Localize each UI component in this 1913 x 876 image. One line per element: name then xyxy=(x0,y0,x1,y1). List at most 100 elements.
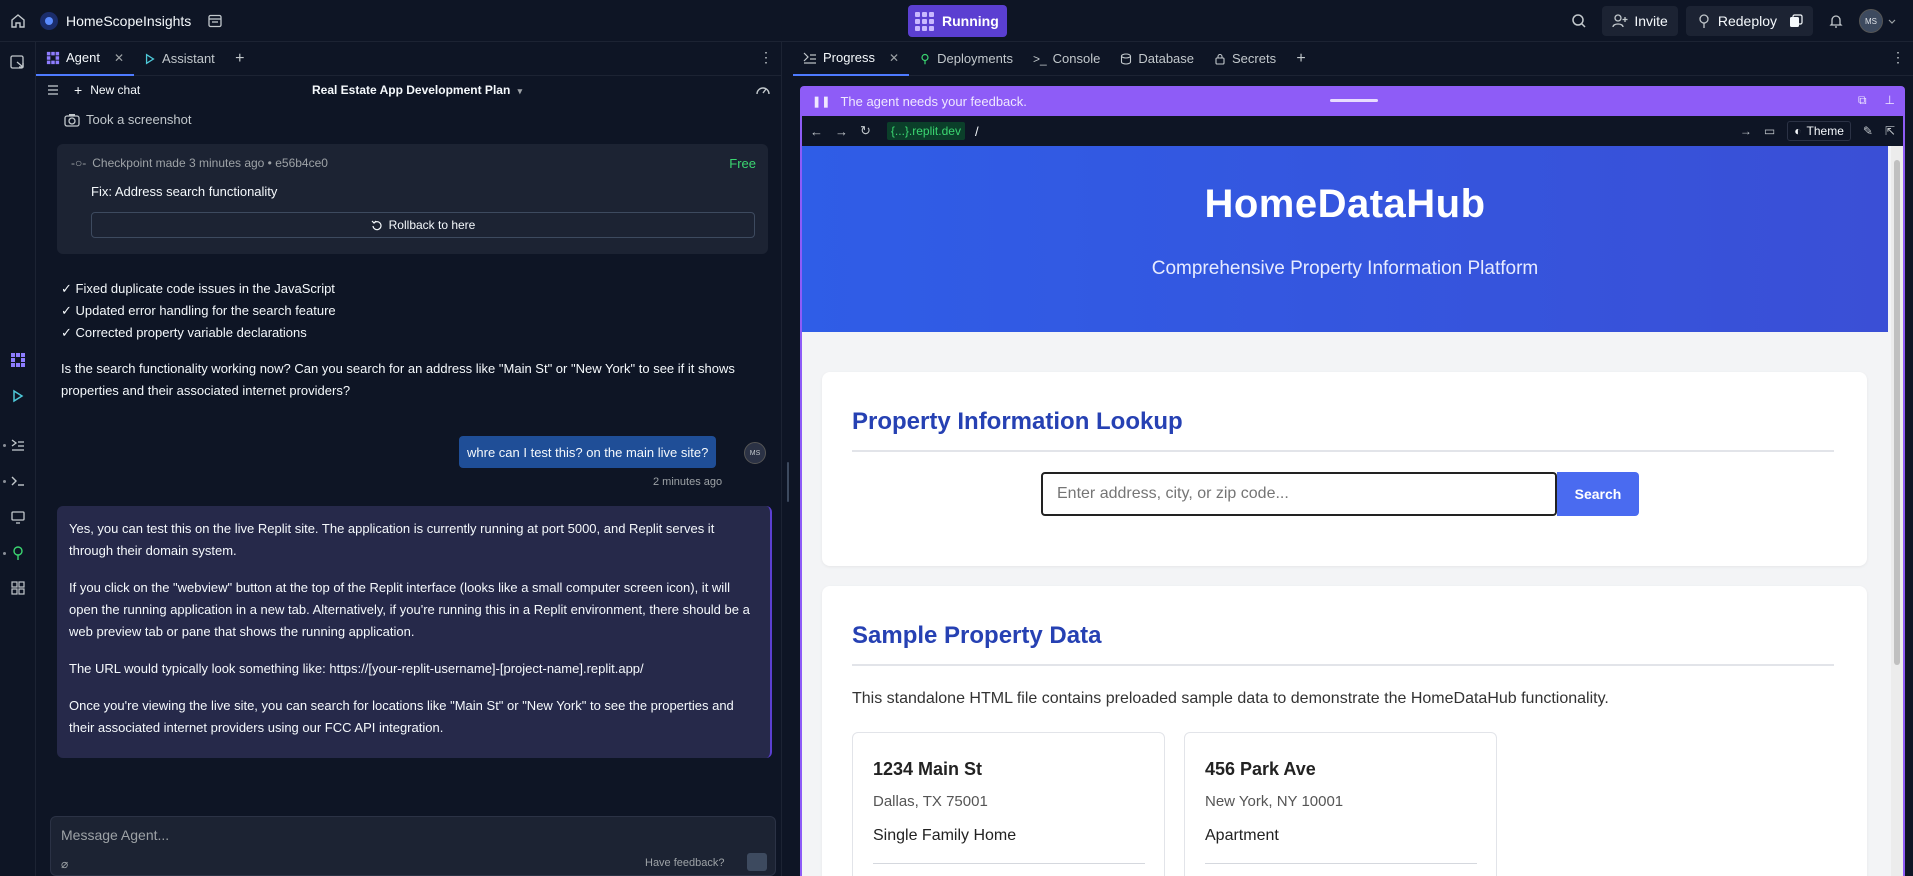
property-address: 1234 Main St xyxy=(873,759,983,779)
preview-url-bar: ← → ↻ {...}.replit.dev / → ▭ ◐ Theme ✎ ⇱ xyxy=(800,116,1905,146)
agent-grid-icon xyxy=(46,51,60,64)
add-tab-button[interactable]: + xyxy=(225,42,255,76)
lookup-title: Property Information Lookup xyxy=(852,408,1183,435)
property-card[interactable]: 1234 Main St Dallas, TX 75001 Single Fam… xyxy=(852,732,1165,876)
chat-title-dropdown[interactable]: Real Estate App Development Plan ▾ xyxy=(312,83,522,97)
tab-deployments[interactable]: Deployments xyxy=(909,42,1023,76)
wrench-icon[interactable]: ✎ xyxy=(1863,124,1873,138)
checkpoint-icon: -○- xyxy=(71,156,87,170)
home-button[interactable] xyxy=(0,0,36,42)
right-tab-bar: Progress ✕ Deployments >_ Console Databa… xyxy=(793,42,1913,76)
chat-transcript[interactable]: Took a screenshot -○- Checkpoint made 3 m… xyxy=(36,104,781,804)
forward-icon[interactable]: → xyxy=(835,124,848,139)
chat-title: Real Estate App Development Plan xyxy=(312,83,511,97)
site-hero: HomeDataHub Comprehensive Property Infor… xyxy=(802,146,1888,332)
apps-grid-icon xyxy=(11,581,25,595)
usage-button[interactable] xyxy=(755,83,771,97)
devtools-icon[interactable]: ▭ xyxy=(1764,124,1775,138)
camera-icon xyxy=(64,113,80,127)
deploy-icon xyxy=(1699,14,1709,28)
webview-scrollbar[interactable] xyxy=(1891,146,1903,876)
rail-indicator-dot xyxy=(3,480,6,483)
palette-icon: ◐ xyxy=(1794,124,1802,138)
tab-agent[interactable]: Agent ✕ xyxy=(36,42,135,76)
app-logo-icon xyxy=(40,11,58,30)
console-tool-button[interactable] xyxy=(8,471,28,491)
app-switcher[interactable]: HomeScopeInsights xyxy=(40,11,223,30)
theme-button[interactable]: ◐ Theme xyxy=(1787,121,1851,141)
files-button[interactable] xyxy=(8,52,28,72)
agent-grid-icon xyxy=(11,353,25,367)
checkpoint-card: -○- Checkpoint made 3 minutes ago • e56b4… xyxy=(57,144,768,254)
rollback-button[interactable]: Rollback to here xyxy=(91,212,755,238)
left-rail xyxy=(0,42,36,876)
close-icon[interactable]: ✕ xyxy=(114,51,124,65)
site-subtitle: Comprehensive Property Information Platf… xyxy=(1151,258,1539,279)
all-tools-button[interactable] xyxy=(8,578,28,598)
tab-assistant-label: Assistant xyxy=(162,51,215,66)
agent-tool-button[interactable] xyxy=(8,350,28,370)
account-menu[interactable]: MS xyxy=(1859,9,1897,33)
home-icon xyxy=(11,13,25,28)
invite-button[interactable]: Invite xyxy=(1602,6,1678,36)
new-chat-button[interactable]: + New chat xyxy=(74,82,140,98)
attach-icon[interactable]: ⌀ xyxy=(61,857,68,871)
tab-deployments-label: Deployments xyxy=(937,51,1013,66)
webview-tool-button[interactable] xyxy=(8,507,28,527)
more-options-icon[interactable]: ⋮ xyxy=(1891,49,1905,66)
open-arrow-icon[interactable]: → xyxy=(1740,124,1752,138)
chat-header: + New chat Real Estate App Development P… xyxy=(36,76,781,104)
agent-paragraph: Once you're viewing the live site, you c… xyxy=(69,698,734,735)
pin-icon[interactable]: ⊥ xyxy=(1885,93,1895,108)
tab-assistant[interactable]: Assistant xyxy=(134,42,225,76)
terminal-icon xyxy=(11,476,24,486)
add-user-icon xyxy=(1612,14,1628,28)
deployments-tool-button[interactable] xyxy=(8,543,28,563)
notifications-button[interactable] xyxy=(1821,6,1851,36)
send-button[interactable] xyxy=(747,853,767,871)
rail-indicator-dot xyxy=(3,552,6,555)
back-icon[interactable]: ← xyxy=(810,124,823,139)
menu-icon[interactable] xyxy=(46,83,60,97)
workflows-button[interactable] xyxy=(8,435,28,455)
more-options-icon[interactable]: ⋮ xyxy=(759,49,773,66)
deploy-icon xyxy=(13,546,23,560)
property-city: New York, NY 10001 xyxy=(1205,793,1344,810)
property-card[interactable]: 456 Park Ave New York, NY 10001 Apartmen… xyxy=(1184,732,1497,876)
url-field[interactable]: {...}.replit.dev / xyxy=(883,122,979,140)
panel-resize-handle[interactable] xyxy=(781,42,793,876)
redeploy-button[interactable]: Redeploy xyxy=(1685,6,1813,36)
plus-icon: + xyxy=(235,49,245,67)
close-icon[interactable]: ✕ xyxy=(889,51,899,65)
search-input[interactable]: Enter address, city, or zip code... xyxy=(1041,472,1557,516)
search-button[interactable]: Search xyxy=(1557,472,1639,516)
reload-icon[interactable]: ↻ xyxy=(860,123,871,139)
feedback-link[interactable]: Have feedback? xyxy=(645,857,725,869)
message-input[interactable]: Message Agent... xyxy=(61,827,169,843)
agent-paragraph: The URL would typically look something l… xyxy=(69,661,644,676)
agent-grid-icon xyxy=(914,11,934,31)
agent-question: Is the search functionality working now?… xyxy=(61,361,735,398)
run-button[interactable]: Running xyxy=(908,5,1007,37)
scrollbar-thumb[interactable] xyxy=(1894,160,1900,665)
agent-paragraph: Yes, you can test this on the live Repli… xyxy=(69,521,715,558)
assistant-icon xyxy=(145,53,155,64)
screenshot-icon[interactable]: ⧉ xyxy=(1858,93,1867,108)
message-composer[interactable]: Message Agent... ⌀ Have feedback? xyxy=(50,816,776,876)
gauge-icon xyxy=(756,87,770,95)
search-button[interactable] xyxy=(1564,6,1594,36)
tab-progress[interactable]: Progress ✕ xyxy=(793,42,910,76)
add-tab-button[interactable]: + xyxy=(1286,42,1316,76)
rail-indicator-dot xyxy=(3,444,6,447)
sidebar-toggle-icon[interactable] xyxy=(207,13,223,29)
feedback-banner: ❚❚ The agent needs your feedback. ⧉ ⊥ xyxy=(800,86,1905,116)
external-link-icon[interactable]: ⇱ xyxy=(1885,124,1895,138)
assistant-tool-button[interactable] xyxy=(8,386,28,406)
tab-console[interactable]: >_ Console xyxy=(1023,42,1110,76)
tab-database[interactable]: Database xyxy=(1110,42,1204,76)
pause-icon[interactable]: ❚❚ xyxy=(812,95,830,108)
tab-secrets[interactable]: Secrets xyxy=(1204,42,1286,76)
new-chat-label: New chat xyxy=(90,83,141,97)
drag-handle[interactable] xyxy=(1330,99,1378,102)
screenshot-note: Took a screenshot xyxy=(64,112,192,127)
